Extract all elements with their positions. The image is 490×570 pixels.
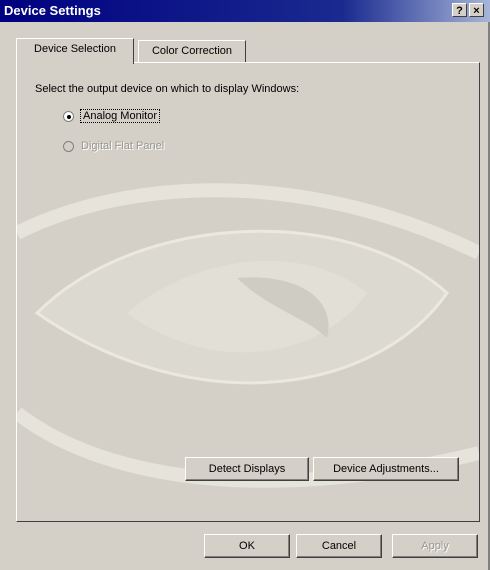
radio-button[interactable] bbox=[63, 111, 74, 122]
close-button[interactable]: × bbox=[469, 3, 484, 17]
device-adjustments-button[interactable]: Device Adjustments... bbox=[313, 457, 459, 481]
instruction-text: Select the output device on which to dis… bbox=[35, 83, 300, 95]
apply-button[interactable]: Apply bbox=[392, 534, 478, 558]
tab-color-correction[interactable]: Color Correction bbox=[138, 40, 246, 62]
window-title: Device Settings bbox=[4, 3, 101, 18]
device-selection-panel: Select the output device on which to dis… bbox=[16, 62, 480, 522]
tab-device-selection[interactable]: Device Selection bbox=[16, 38, 134, 64]
watermark-eye-logo bbox=[17, 183, 479, 488]
ok-button[interactable]: OK bbox=[204, 534, 290, 558]
radio-label-analog-monitor[interactable]: Analog Monitor bbox=[80, 109, 160, 123]
radio-label-digital-flat-panel[interactable]: Digital Flat Panel bbox=[81, 140, 164, 152]
detect-displays-button[interactable]: Detect Displays bbox=[185, 457, 309, 481]
radio-button-disabled[interactable] bbox=[63, 141, 74, 152]
help-button[interactable]: ? bbox=[452, 3, 467, 17]
title-bar[interactable]: Device Settings ? × bbox=[0, 0, 490, 22]
cancel-button[interactable]: Cancel bbox=[296, 534, 382, 558]
device-settings-dialog: Device Settings ? × Device Selection Col… bbox=[0, 0, 490, 570]
radio-selected-dot bbox=[67, 115, 71, 119]
